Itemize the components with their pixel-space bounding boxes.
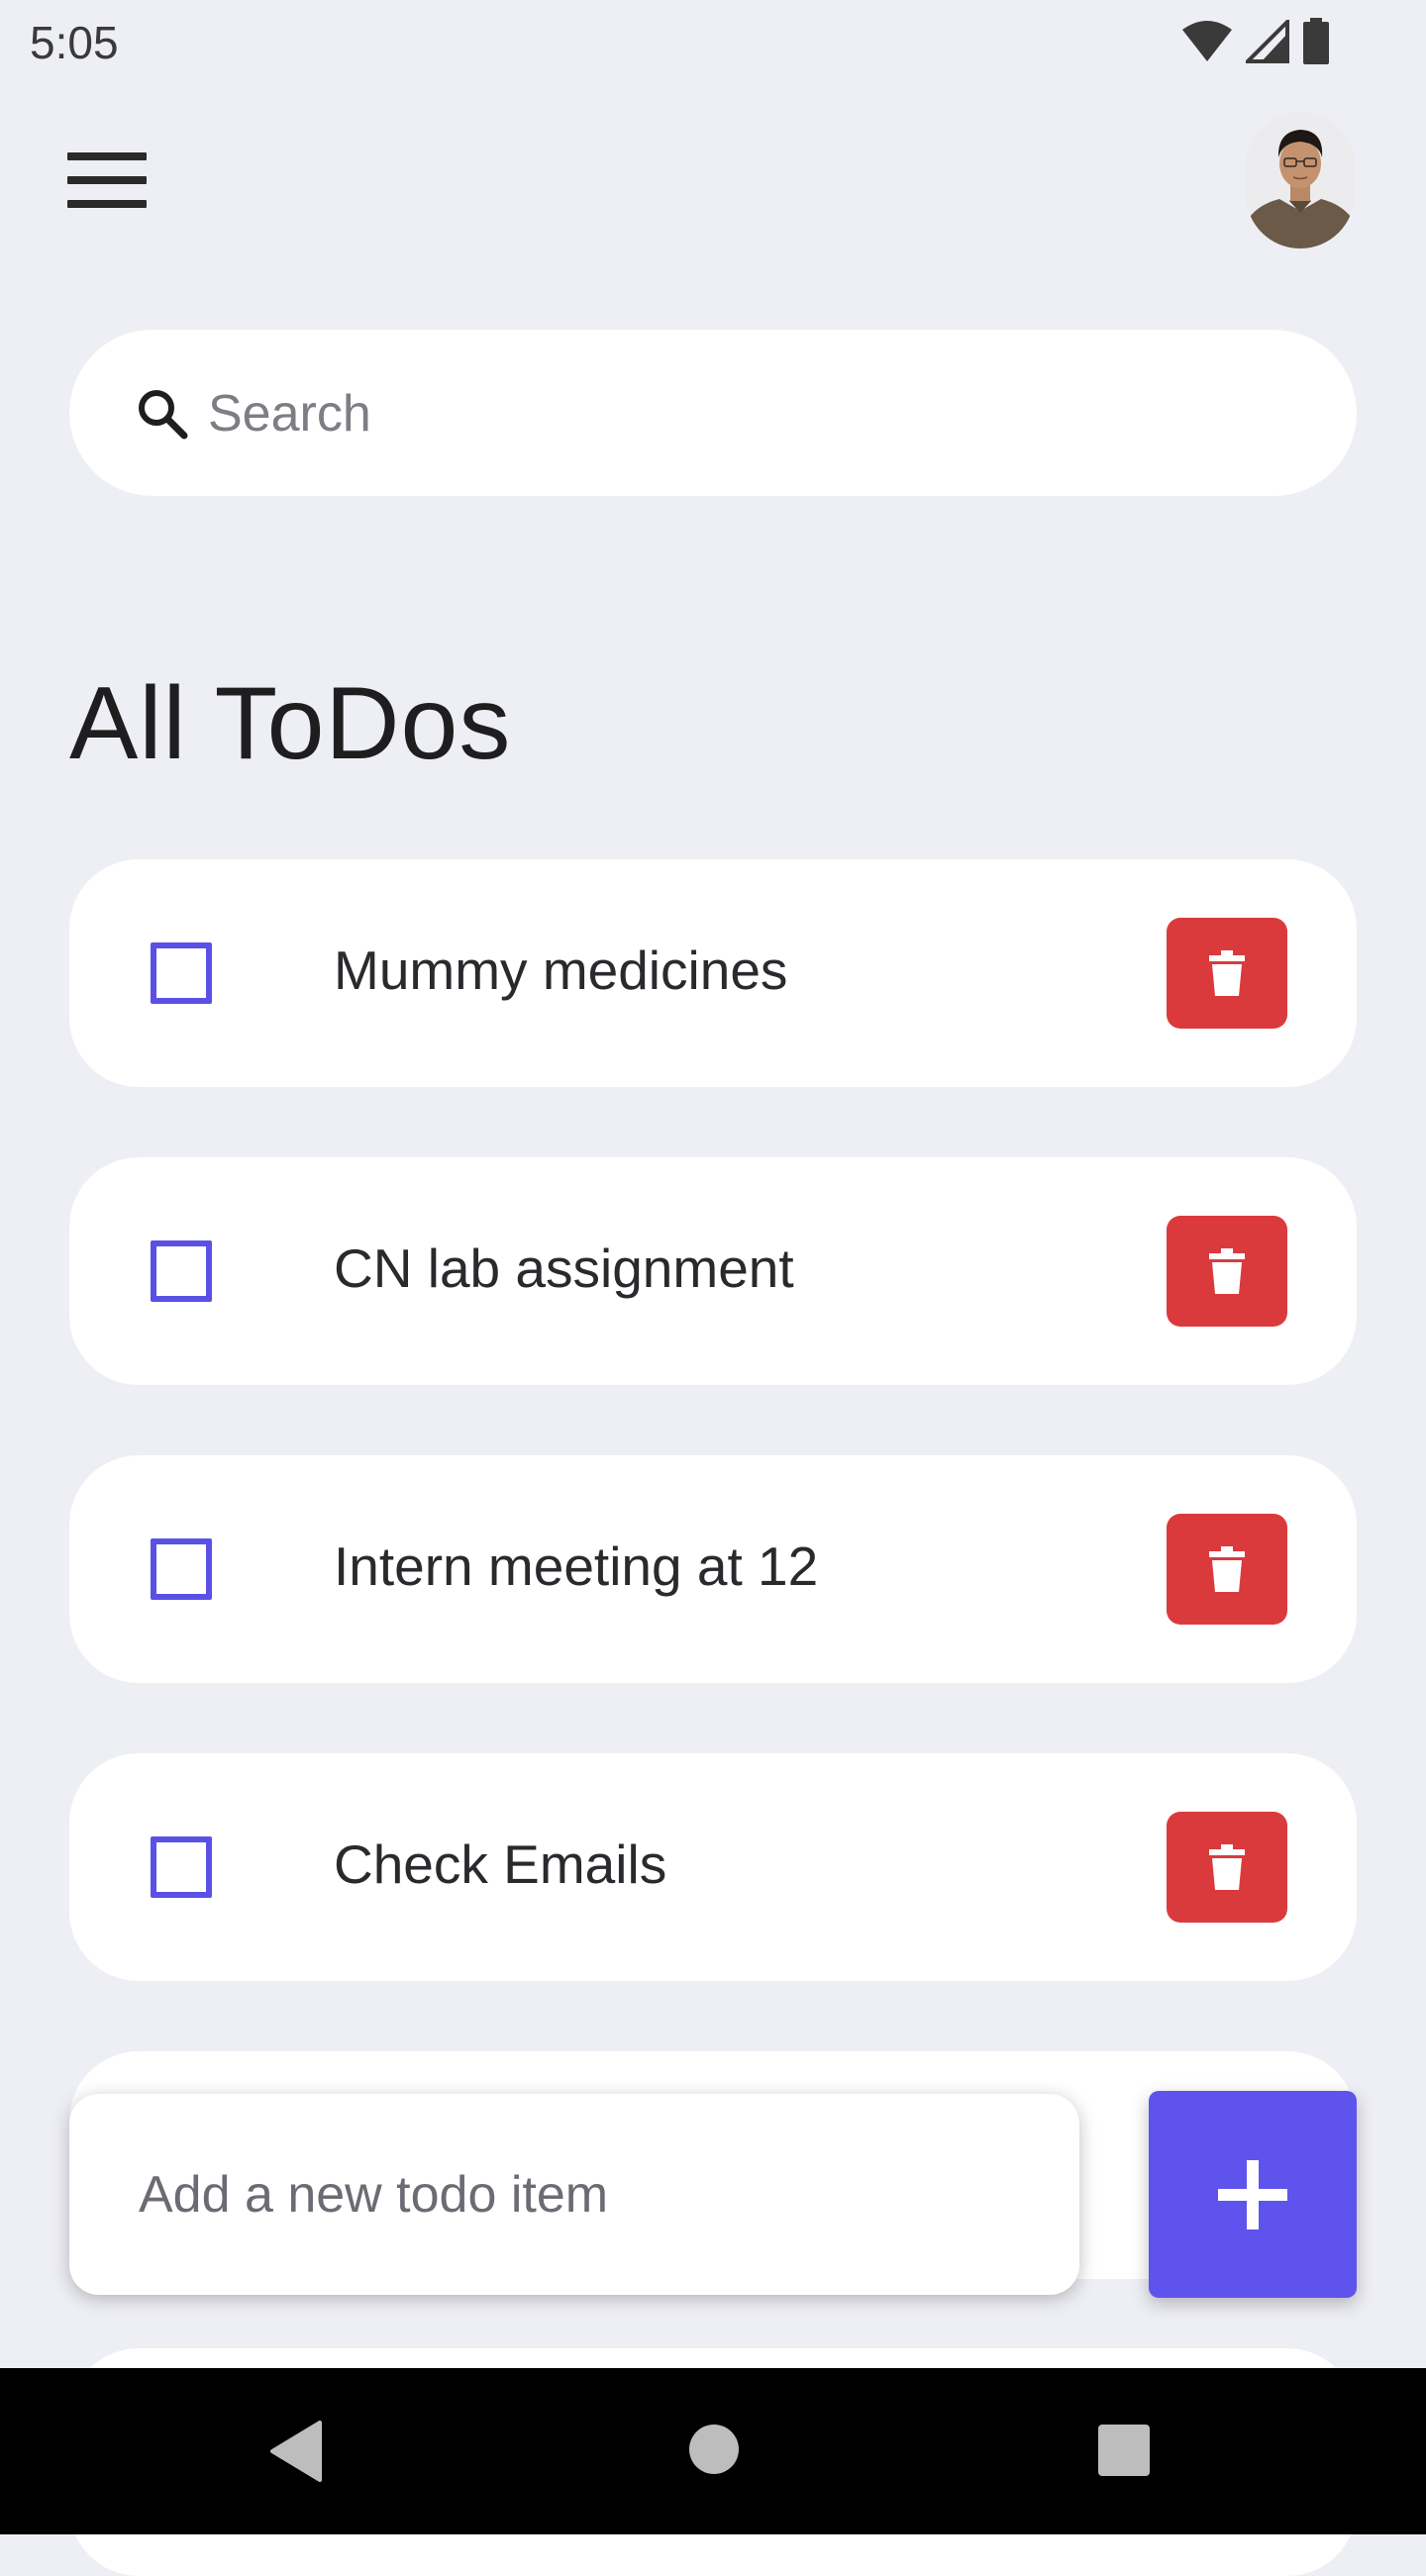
recents-icon[interactable]	[1097, 2424, 1151, 2477]
trash-icon	[1209, 1844, 1245, 1890]
add-todo-field[interactable]	[69, 2094, 1079, 2295]
status-time: 5:05	[30, 17, 119, 68]
todo-checkbox[interactable]	[151, 942, 212, 1004]
todo-label: CN lab assignment	[334, 1238, 794, 1299]
delete-button[interactable]	[1167, 1216, 1287, 1327]
back-icon[interactable]	[268, 2421, 322, 2482]
search-icon	[139, 390, 188, 440]
delete-button[interactable]	[1167, 918, 1287, 1029]
page-title: All ToDos	[69, 666, 512, 781]
user-avatar[interactable]	[1246, 112, 1355, 248]
cellular-signal-icon	[1246, 20, 1289, 63]
todo-item: Intern meeting at 12	[69, 1455, 1357, 1683]
todo-item: CN lab assignment	[69, 1157, 1357, 1385]
todo-checkbox[interactable]	[151, 1836, 212, 1898]
add-todo-button[interactable]	[1149, 2091, 1357, 2298]
wifi-icon	[1182, 21, 1232, 61]
delete-button[interactable]	[1167, 1514, 1287, 1625]
plus-icon	[1218, 2160, 1287, 2229]
todo-checkbox[interactable]	[151, 1538, 212, 1600]
todo-item: Mummy medicines	[69, 859, 1357, 1087]
todo-label: Mummy medicines	[334, 940, 788, 1001]
trash-icon	[1209, 950, 1245, 996]
trash-icon	[1209, 1546, 1245, 1592]
status-icons	[1180, 18, 1331, 65]
status-bar: 5:05	[0, 0, 1426, 83]
todo-item: Check Emails	[69, 1753, 1357, 1981]
search-input[interactable]	[208, 366, 1297, 461]
todo-label: Check Emails	[334, 1833, 667, 1895]
trash-icon	[1209, 1248, 1245, 1294]
hamburger-menu-icon[interactable]	[67, 150, 147, 210]
delete-button[interactable]	[1167, 1812, 1287, 1923]
todo-label: Intern meeting at 12	[334, 1536, 819, 1597]
home-icon[interactable]	[688, 2424, 740, 2475]
navigation-bar	[0, 2368, 1426, 2534]
battery-icon	[1303, 18, 1329, 64]
add-todo-input[interactable]	[139, 2147, 1050, 2242]
todo-checkbox[interactable]	[151, 1240, 212, 1302]
